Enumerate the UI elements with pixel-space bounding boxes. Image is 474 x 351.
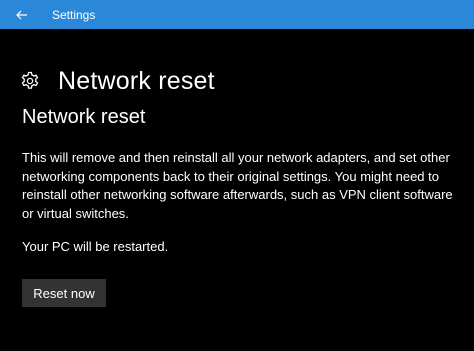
gear-icon [20, 71, 40, 91]
title-bar: Settings [0, 0, 474, 29]
window-title: Settings [52, 7, 96, 22]
reset-now-button[interactable]: Reset now [22, 279, 106, 307]
section-title: Network reset [22, 106, 146, 128]
description-text: This will remove and then reinstall all … [22, 150, 453, 221]
arrow-left-icon [16, 10, 28, 20]
restart-note: Your PC will be restarted. [22, 239, 169, 254]
page-header: Network reset [20, 50, 215, 113]
page-title: Network reset [58, 66, 215, 95]
back-button[interactable] [0, 0, 44, 29]
